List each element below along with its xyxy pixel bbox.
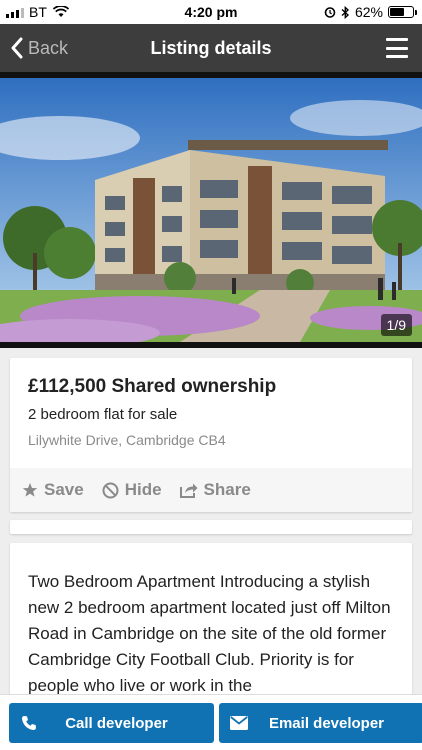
call-developer-button[interactable]: Call developer — [9, 703, 214, 743]
email-developer-button[interactable]: Email developer — [219, 703, 422, 743]
photo-counter: 1/9 — [380, 314, 412, 336]
battery-icon — [388, 6, 417, 18]
status-left: BT — [0, 4, 140, 20]
back-button[interactable]: Back — [10, 24, 68, 72]
listing-description: Two Bedroom Apartment Introducing a styl… — [28, 572, 391, 695]
share-button[interactable]: Share — [179, 480, 251, 500]
listing-actions: Save Hide Share — [10, 468, 412, 512]
listing-price: £112,500 Shared ownership — [28, 376, 277, 397]
battery-percent: 62% — [354, 4, 383, 20]
listing-summary-card: £112,500 Shared ownership 2 bedroom flat… — [10, 358, 412, 512]
back-label: Back — [28, 37, 69, 58]
collapsed-card — [10, 520, 412, 534]
phone-icon — [9, 715, 49, 731]
bluetooth-icon — [341, 5, 350, 19]
email-developer-label: Email developer — [268, 714, 385, 732]
hide-icon — [102, 482, 119, 498]
wifi-icon — [52, 6, 69, 17]
status-bar: BT 4:20 pm 62% — [0, 0, 422, 24]
save-label: Save — [44, 480, 84, 499]
call-developer-label: Call developer — [65, 714, 168, 732]
listing-photo-gallery[interactable]: 1/9 — [0, 72, 422, 348]
back-chevron-icon — [11, 37, 23, 59]
envelope-icon — [219, 716, 259, 730]
signal-icon — [6, 7, 24, 18]
star-icon — [22, 483, 38, 497]
contact-bar: Call developer Email developer — [0, 694, 422, 750]
alarm-icon — [324, 7, 336, 18]
share-icon — [179, 483, 198, 498]
listing-address: Lilywhite Drive, Cambridge CB4 — [28, 432, 226, 448]
status-right: 62% — [282, 4, 422, 20]
share-label: Share — [203, 480, 251, 499]
status-time: 4:20 pm — [184, 4, 238, 20]
listing-photo — [0, 78, 422, 342]
hide-label: Hide — [124, 480, 162, 499]
nav-bar: Back Listing details — [0, 24, 422, 72]
hide-button[interactable]: Hide — [102, 480, 162, 500]
save-button[interactable]: Save — [22, 480, 84, 500]
menu-icon[interactable] — [386, 38, 408, 58]
carrier-label: BT — [29, 4, 47, 20]
listing-subtitle: 2 bedroom flat for sale — [28, 406, 178, 423]
